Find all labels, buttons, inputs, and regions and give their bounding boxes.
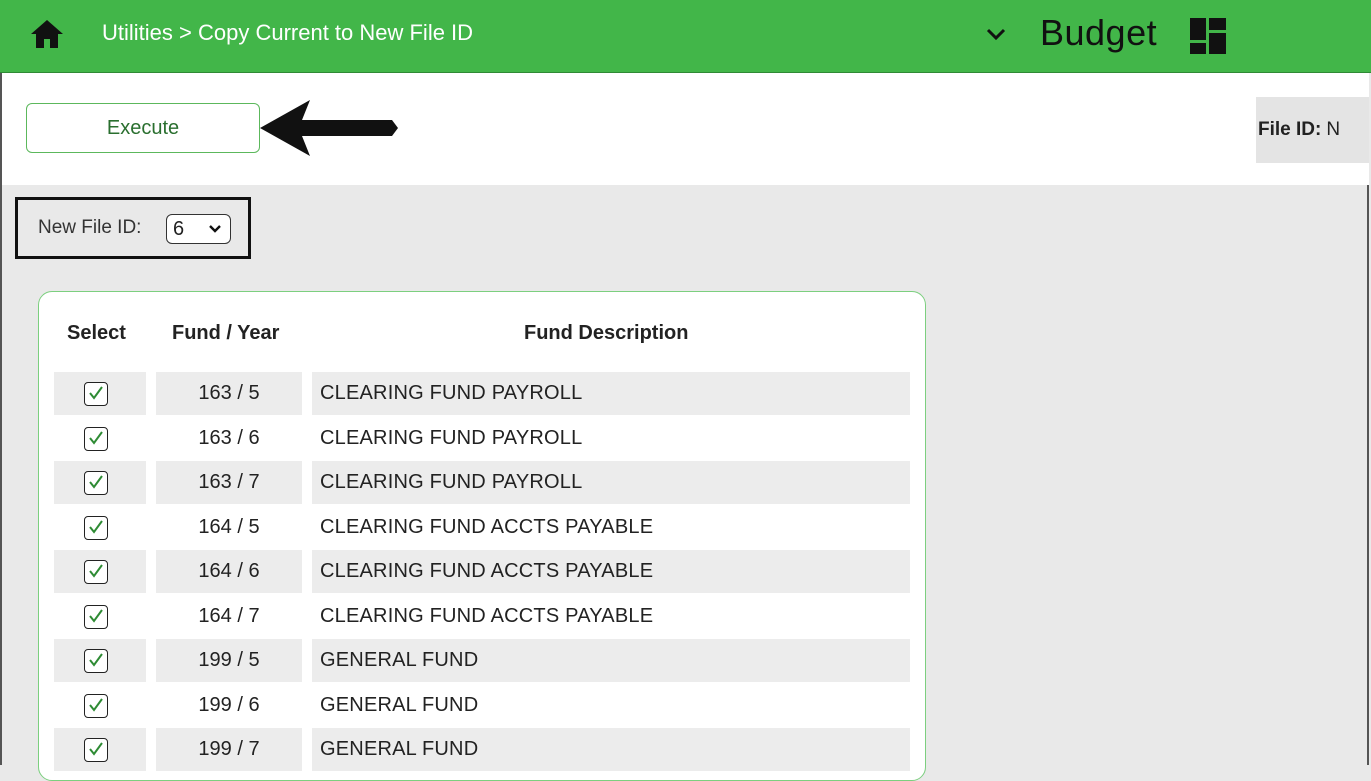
fund-description-text: GENERAL FUND: [320, 694, 479, 716]
new-file-id-select[interactable]: 6: [166, 214, 231, 244]
fund-description-text: CLEARING FUND ACCTS PAYABLE: [320, 560, 654, 582]
column-header-select: Select: [67, 322, 126, 344]
fund-year-text: 163 / 7: [198, 471, 260, 493]
file-id-display: File ID: N: [1256, 97, 1369, 163]
file-id-value: N: [1326, 119, 1341, 140]
breadcrumb[interactable]: Utilities > Copy Current to New File ID: [102, 20, 473, 46]
fund-year-text: 163 / 5: [198, 382, 260, 404]
dashboard-icon[interactable]: [1188, 16, 1228, 56]
fund-year-text: 164 / 6: [198, 560, 260, 582]
column-header-fund-description: Fund Description: [524, 322, 689, 344]
checkmark-icon: [89, 431, 103, 445]
fund-year-text: 199 / 5: [198, 649, 260, 671]
fund-description-text: CLEARING FUND ACCTS PAYABLE: [320, 516, 654, 538]
row-select-checkbox[interactable]: [84, 649, 108, 673]
fund-description-text: GENERAL FUND: [320, 649, 479, 671]
row-select-checkbox[interactable]: [84, 605, 108, 629]
column-header-fund-year: Fund / Year: [172, 322, 280, 344]
header-bar: Utilities > Copy Current to New File ID …: [0, 0, 1371, 73]
row-select-checkbox[interactable]: [84, 471, 108, 495]
new-file-id-label: New File ID:: [38, 217, 142, 238]
execute-button[interactable]: Execute: [26, 103, 260, 153]
new-file-id-value: 6: [173, 217, 185, 240]
fund-description-text: CLEARING FUND PAYROLL: [320, 427, 583, 449]
app-title: Budget: [1040, 12, 1158, 53]
fund-year-text: 164 / 5: [198, 516, 260, 538]
fund-description-text: CLEARING FUND ACCTS PAYABLE: [320, 605, 654, 627]
file-id-label: File ID:: [1258, 119, 1322, 140]
row-select-checkbox[interactable]: [84, 694, 108, 718]
row-select-checkbox[interactable]: [84, 427, 108, 451]
checkmark-icon: [89, 564, 103, 578]
fund-year-text: 199 / 7: [198, 738, 260, 760]
row-select-checkbox[interactable]: [84, 560, 108, 584]
home-icon[interactable]: [30, 19, 64, 49]
fund-description-text: CLEARING FUND PAYROLL: [320, 471, 583, 493]
fund-year-text: 163 / 6: [198, 427, 260, 449]
arrow-left-icon: [260, 100, 398, 156]
checkmark-icon: [89, 742, 103, 756]
chevron-down-icon[interactable]: [985, 26, 1007, 42]
fund-year-text: 199 / 6: [198, 694, 260, 716]
fund-description-text: GENERAL FUND: [320, 738, 479, 760]
checkmark-icon: [89, 520, 103, 534]
checkmark-icon: [89, 698, 103, 712]
row-select-checkbox[interactable]: [84, 382, 108, 406]
checkmark-icon: [89, 609, 103, 623]
row-select-checkbox[interactable]: [84, 738, 108, 762]
fund-year-text: 164 / 7: [198, 605, 260, 627]
checkmark-icon: [89, 653, 103, 667]
checkmark-icon: [89, 475, 103, 489]
fund-description-text: CLEARING FUND PAYROLL: [320, 382, 583, 404]
row-select-checkbox[interactable]: [84, 516, 108, 540]
checkmark-icon: [89, 386, 103, 400]
chevron-down-icon: [209, 225, 221, 233]
